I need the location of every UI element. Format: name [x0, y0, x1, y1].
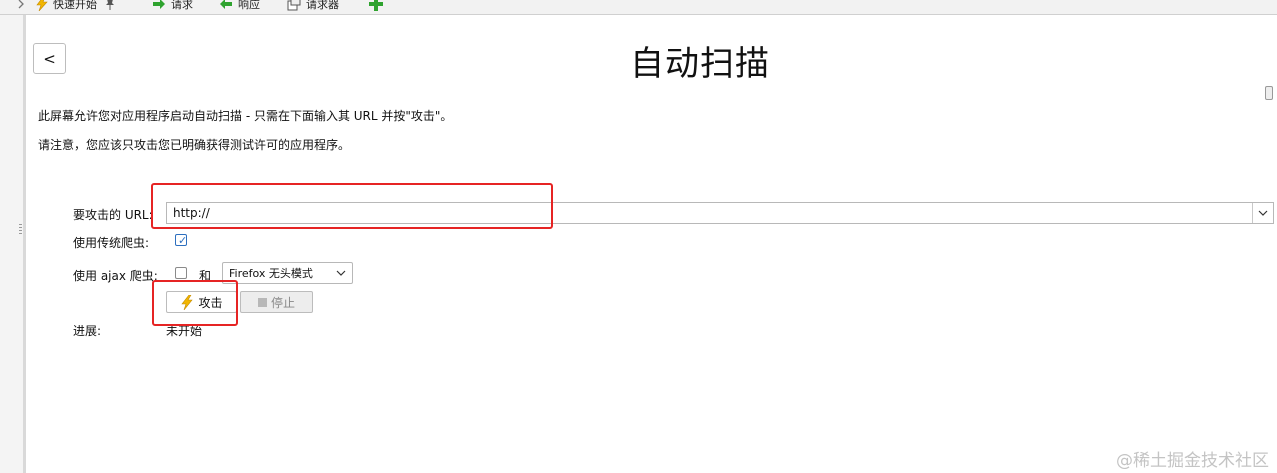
traditional-spider-checkbox[interactable]: ✓	[175, 234, 188, 247]
requester-icon	[287, 0, 301, 10]
tab-response-label: 响应	[238, 0, 260, 11]
scroll-handle[interactable]	[1265, 86, 1273, 100]
stop-button[interactable]: 停止	[240, 291, 313, 313]
ajax-spider-label: 使用 ajax 爬虫:	[73, 269, 158, 283]
url-label: 要攻击的 URL:	[73, 208, 153, 222]
plus-icon	[369, 0, 383, 11]
top-toolbar: 快速开始 请求 响应 请求器	[0, 0, 1277, 15]
left-splitter[interactable]	[23, 15, 26, 473]
progress-label: 进展:	[73, 324, 102, 338]
add-tab-button[interactable]	[369, 0, 383, 12]
tab-response[interactable]: 响应	[219, 0, 260, 12]
green-arrow-left-icon	[220, 0, 232, 9]
browser-select-value: Firefox 无头模式	[229, 267, 313, 280]
pin-icon[interactable]	[103, 0, 117, 11]
page-title: 自动扫描	[630, 44, 770, 84]
traditional-spider-label: 使用传统爬虫:	[73, 236, 150, 250]
highlight-box-url	[151, 183, 553, 229]
tab-request-label: 请求	[171, 0, 193, 11]
back-button-label: <	[43, 49, 56, 68]
splitter-grip-icon[interactable]	[19, 224, 22, 236]
highlight-box-attack	[152, 280, 238, 326]
stop-button-label: 停止	[270, 295, 295, 310]
intro-text: 此屏幕允许您对应用程序启动自动扫描 - 只需在下面输入其 URL 并按"攻击"。	[38, 109, 453, 123]
tab-requester-label: 请求器	[306, 0, 339, 11]
chevron-down-icon	[336, 270, 346, 276]
tab-quick-start-label: 快速开始	[53, 0, 97, 11]
back-button[interactable]: <	[33, 43, 66, 74]
warning-text: 请注意，您应该只攻击您已明确获得测试许可的应用程序。	[38, 138, 351, 152]
stop-square-icon	[257, 297, 267, 307]
ajax-spider-checkbox[interactable]	[175, 267, 187, 279]
browser-select[interactable]: Firefox 无头模式	[222, 262, 353, 284]
left-panel-gutter	[0, 15, 23, 473]
green-arrow-right-icon	[153, 0, 165, 9]
tab-quick-start[interactable]: 快速开始	[35, 0, 117, 12]
url-dropdown-button[interactable]	[1252, 203, 1273, 223]
checkmark-icon: ✓	[178, 234, 188, 247]
tab-requester[interactable]: 请求器	[287, 0, 339, 12]
watermark: @稀土掘金技术社区	[1116, 451, 1269, 471]
lightning-icon	[36, 0, 48, 11]
chevron-down-icon	[1258, 210, 1268, 216]
chevron-right-icon[interactable]	[17, 0, 25, 12]
tab-request[interactable]: 请求	[152, 0, 193, 12]
